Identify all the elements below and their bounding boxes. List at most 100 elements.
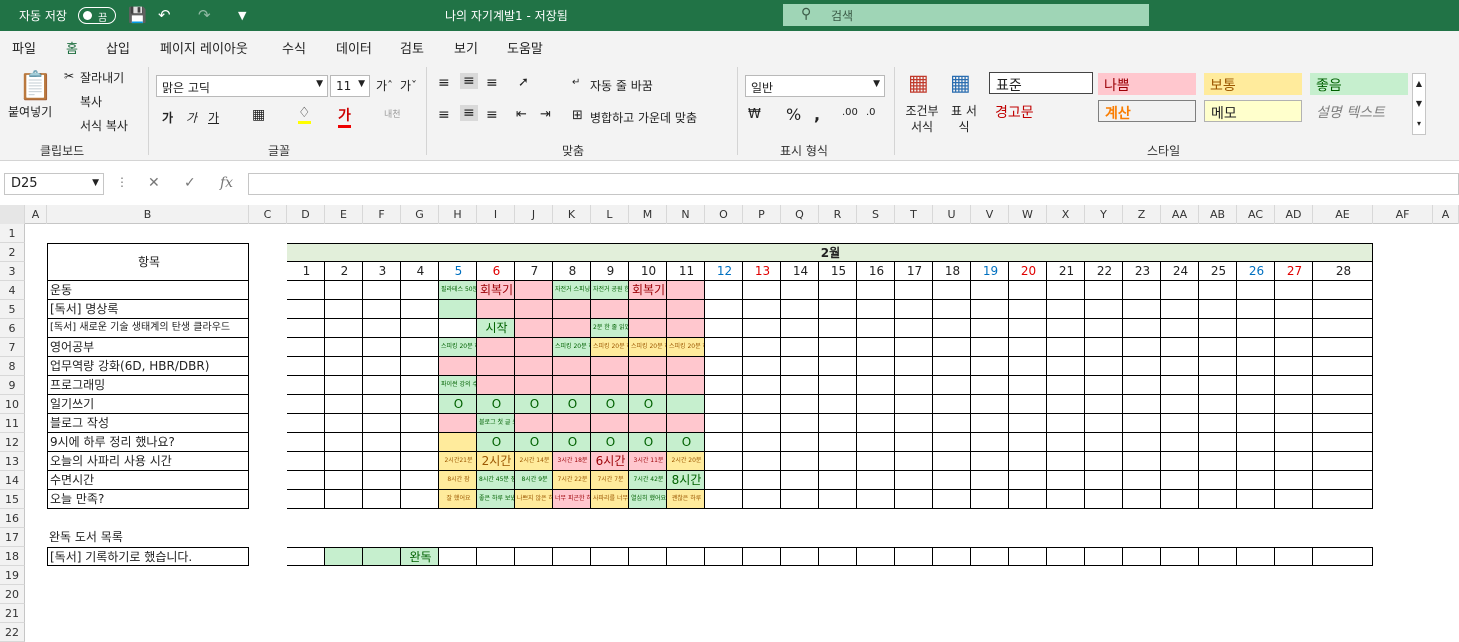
day-cell[interactable] <box>743 300 781 319</box>
day-cell[interactable] <box>287 395 325 414</box>
day-cell[interactable] <box>401 490 439 509</box>
format-table-icon[interactable]: ▦ <box>950 71 971 96</box>
day-cell[interactable] <box>553 376 591 395</box>
day-cell[interactable] <box>1313 338 1373 357</box>
day-cell[interactable] <box>325 471 363 490</box>
column-header[interactable]: AB <box>1199 205 1237 224</box>
item-label[interactable]: 운동 <box>47 281 249 300</box>
day-cell[interactable] <box>705 357 743 376</box>
day-cell[interactable] <box>819 395 857 414</box>
day-cell[interactable] <box>1313 395 1373 414</box>
day-cell[interactable] <box>1275 300 1313 319</box>
day-cell[interactable] <box>857 319 895 338</box>
day-cell[interactable] <box>1009 376 1047 395</box>
conditional-format-icon[interactable]: ▦ <box>908 71 929 96</box>
day-cell[interactable] <box>1275 471 1313 490</box>
day-cell[interactable] <box>287 471 325 490</box>
wrap-text-button[interactable]: 자동 줄 바꿈 <box>590 77 653 94</box>
day-cell[interactable] <box>1123 414 1161 433</box>
day-cell[interactable] <box>781 490 819 509</box>
day-cell[interactable] <box>971 414 1009 433</box>
customize-qat-icon[interactable]: ▼ <box>238 9 246 22</box>
done-cell[interactable] <box>1237 547 1275 566</box>
day-cell[interactable] <box>933 414 971 433</box>
day-cell[interactable] <box>933 433 971 452</box>
day-cell[interactable] <box>819 300 857 319</box>
day-cell[interactable] <box>287 300 325 319</box>
day-cell[interactable] <box>1237 300 1275 319</box>
done-cell[interactable] <box>325 547 363 566</box>
day-cell[interactable] <box>1009 281 1047 300</box>
day-cell[interactable] <box>1161 452 1199 471</box>
day-cell[interactable] <box>591 357 629 376</box>
day-cell[interactable] <box>781 319 819 338</box>
day-header[interactable]: 17 <box>895 262 933 281</box>
column-header[interactable]: T <box>895 205 933 224</box>
done-cell[interactable] <box>1313 547 1373 566</box>
day-cell[interactable] <box>933 471 971 490</box>
day-cell[interactable] <box>363 414 401 433</box>
day-cell[interactable] <box>857 433 895 452</box>
day-cell[interactable] <box>933 395 971 414</box>
day-cell[interactable] <box>363 376 401 395</box>
column-header[interactable]: Q <box>781 205 819 224</box>
day-header[interactable]: 10 <box>629 262 667 281</box>
day-cell[interactable] <box>743 376 781 395</box>
day-cell[interactable] <box>819 357 857 376</box>
day-cell[interactable] <box>705 319 743 338</box>
day-header[interactable]: 1 <box>287 262 325 281</box>
style-note[interactable]: 메모 <box>1204 100 1302 122</box>
day-cell[interactable] <box>705 452 743 471</box>
italic-button[interactable]: 가 <box>186 109 197 126</box>
day-cell[interactable] <box>1161 433 1199 452</box>
day-cell[interactable] <box>705 281 743 300</box>
column-header[interactable]: M <box>629 205 667 224</box>
day-cell[interactable] <box>1275 452 1313 471</box>
day-cell[interactable]: 스피킹 20분 하기 <box>553 338 591 357</box>
day-header[interactable]: 23 <box>1123 262 1161 281</box>
item-label[interactable]: 업무역량 강화(6D, HBR/DBR) <box>47 357 249 376</box>
day-cell[interactable] <box>1237 471 1275 490</box>
day-cell[interactable] <box>1047 395 1085 414</box>
day-cell[interactable] <box>1313 300 1373 319</box>
done-cell[interactable] <box>515 547 553 566</box>
done-cell[interactable] <box>287 547 325 566</box>
day-cell[interactable] <box>857 300 895 319</box>
row-header[interactable]: 17 <box>0 528 25 547</box>
day-cell[interactable] <box>857 281 895 300</box>
done-cell[interactable] <box>933 547 971 566</box>
tab-0[interactable]: 파일 <box>12 38 36 57</box>
day-cell[interactable] <box>325 433 363 452</box>
day-cell[interactable] <box>401 471 439 490</box>
column-header[interactable]: H <box>439 205 477 224</box>
done-cell[interactable] <box>857 547 895 566</box>
column-header[interactable]: O <box>705 205 743 224</box>
row-header[interactable]: 22 <box>0 623 25 642</box>
item-label[interactable]: 9시에 하루 정리 했나요? <box>47 433 249 452</box>
day-cell[interactable] <box>895 319 933 338</box>
day-cell[interactable] <box>401 357 439 376</box>
day-cell[interactable] <box>667 281 705 300</box>
day-cell[interactable] <box>819 414 857 433</box>
day-cell[interactable]: 2시간 14분 <box>515 452 553 471</box>
day-cell[interactable]: O <box>477 395 515 414</box>
month-header[interactable]: 2월 <box>287 243 1373 262</box>
day-cell[interactable] <box>287 414 325 433</box>
day-cell[interactable] <box>1123 281 1161 300</box>
day-cell[interactable] <box>1085 300 1123 319</box>
day-cell[interactable] <box>629 376 667 395</box>
day-cell[interactable]: O <box>515 395 553 414</box>
column-header[interactable]: S <box>857 205 895 224</box>
day-cell[interactable] <box>667 376 705 395</box>
day-cell[interactable] <box>1237 338 1275 357</box>
day-header[interactable]: 26 <box>1237 262 1275 281</box>
day-cell[interactable] <box>1123 376 1161 395</box>
day-cell[interactable] <box>895 338 933 357</box>
day-cell[interactable] <box>1199 300 1237 319</box>
column-header[interactable]: A <box>25 205 47 224</box>
column-header[interactable]: AC <box>1237 205 1275 224</box>
day-cell[interactable] <box>743 452 781 471</box>
day-cell[interactable] <box>1313 452 1373 471</box>
day-cell[interactable] <box>363 281 401 300</box>
day-cell[interactable] <box>363 471 401 490</box>
